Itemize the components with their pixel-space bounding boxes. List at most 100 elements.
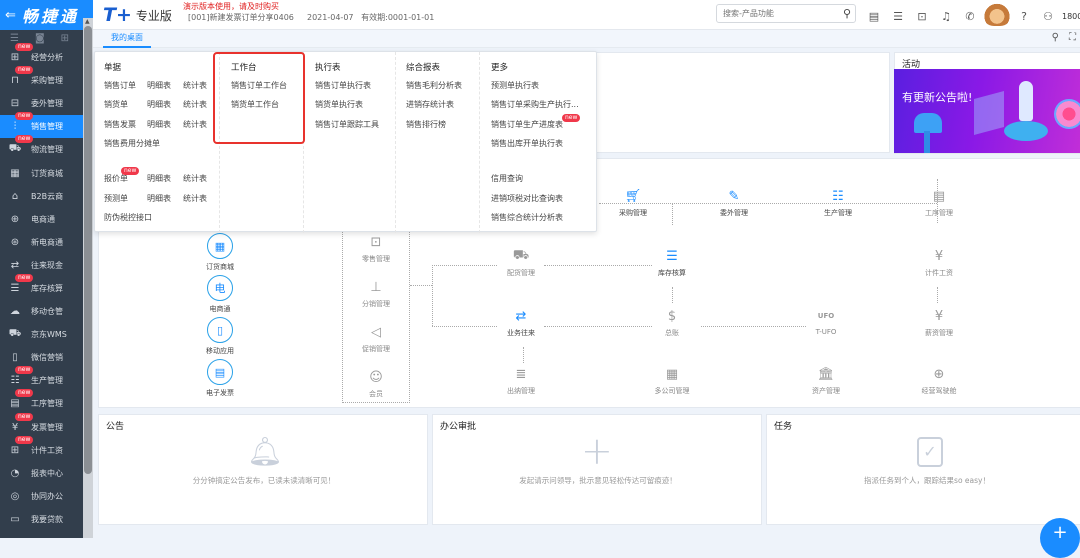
document-link[interactable]: 销售费用分摊单 xyxy=(104,138,160,149)
scroll-up-icon[interactable]: ▲ xyxy=(85,18,90,25)
flow-node-inventory[interactable]: ☰ 库存核算 xyxy=(637,247,707,278)
flow-node-salary[interactable]: ¥ 薪资管理 xyxy=(904,307,974,338)
sidebar-item[interactable]: ⇄ 往来现金 xyxy=(0,254,93,277)
flow-node-cashier[interactable]: ≣ 出纳管理 xyxy=(486,365,556,396)
link-sales-ranking[interactable]: 销售排行榜 xyxy=(406,119,446,130)
sidebar-scrollbar[interactable]: ▲ xyxy=(83,18,93,538)
add-approval-icon[interactable]: + xyxy=(581,429,613,473)
sidebar-item[interactable]: ⊟ 委外管理 xyxy=(0,92,93,115)
app-circle-item[interactable]: 电电商通 xyxy=(185,275,255,314)
retail-item[interactable]: ⊥ 分销管理 xyxy=(341,278,411,309)
user-icon[interactable]: ⚇ xyxy=(1036,10,1060,23)
app-circle-item[interactable]: ▯ 移动应用 xyxy=(185,317,255,356)
app-circle-item[interactable]: ▤ 电子发票 xyxy=(185,359,255,398)
message-icon[interactable]: ⊡ xyxy=(910,10,934,23)
sidebar-item[interactable]: ▯ 微信营销 xyxy=(0,346,93,369)
flow-node-multi-company[interactable]: ▦ 多公司管理 xyxy=(637,365,707,396)
sidebar-item[interactable]: ⊛ 新电商通 xyxy=(0,231,93,254)
more-link[interactable]: 销售综合统计分析表 xyxy=(491,212,563,223)
document-link[interactable]: 统计表 xyxy=(183,193,207,204)
menu-icon[interactable]: ☰ xyxy=(10,33,19,44)
flow-node-ledger[interactable]: $ 总账 xyxy=(637,307,707,338)
customer-service-mascot-icon[interactable] xyxy=(982,2,1012,26)
notification-bell-icon[interactable]: ♫ xyxy=(934,10,958,23)
search-icon[interactable]: ⚲ xyxy=(843,7,851,20)
sidebar-item[interactable]: ⊕ 电商通 xyxy=(0,208,93,231)
flow-node-purchase[interactable]: 🛒︎ 采购管理 xyxy=(598,187,668,218)
document-link[interactable]: 销货单 xyxy=(104,99,128,110)
flow-node-cockpit[interactable]: ⊕ 经营驾驶舱 xyxy=(904,365,974,396)
document-link[interactable]: 明细表 xyxy=(147,80,171,91)
sidebar-item[interactable]: ⛟ 京东WMS xyxy=(0,323,93,346)
sidebar-item[interactable]: ⊓ new 采购管理 xyxy=(0,66,93,92)
sidebar-item[interactable]: ⛟ new 物流管理 xyxy=(0,135,93,161)
sidebar-item[interactable]: ◎ 协同办公 xyxy=(0,485,93,508)
link-sales-order-exec[interactable]: 销售订单执行表 xyxy=(315,80,371,91)
document-link[interactable]: 销售发票 xyxy=(104,119,136,130)
flow-node-piece-wage[interactable]: ¥ 计件工资 xyxy=(904,247,974,278)
sales-management-dropdown: 单据 销售订单 明细表 统计表 销货单 明细表 统计表 销售发票 明细表 统计表 销售费用分摊单报… xyxy=(94,51,597,233)
link-inventory-stats[interactable]: 进销存统计表 xyxy=(406,99,454,110)
more-link[interactable]: 销售订单生产进度表 xyxy=(491,119,563,130)
more-link[interactable]: 进销项税对比查询表 xyxy=(491,193,563,204)
sidebar-item[interactable]: ☷ new 生产管理 xyxy=(0,366,93,392)
scrollbar-thumb[interactable] xyxy=(84,26,92,474)
phone-icon[interactable]: ✆ xyxy=(958,10,982,23)
search-input[interactable] xyxy=(717,5,832,22)
search-menu-icon[interactable]: ◙ xyxy=(35,33,45,44)
flow-node-tufo[interactable]: UFO T-UFO xyxy=(791,307,861,336)
add-fab-button[interactable]: + xyxy=(1040,518,1080,558)
document-link[interactable]: 明细表 xyxy=(147,173,171,184)
retail-item[interactable]: ◁ 促销管理 xyxy=(341,323,411,354)
user-name[interactable]: 18001 xyxy=(1062,12,1080,21)
retail-item[interactable]: ☺ 会员 xyxy=(341,368,411,399)
document-link[interactable]: 明细表 xyxy=(147,99,171,110)
activity-banner[interactable]: 有更新公告啦! xyxy=(894,69,1080,153)
tab-my-desktop[interactable]: 我的桌面 xyxy=(103,30,151,48)
retail-item[interactable]: ⊡ 零售管理 xyxy=(341,233,411,264)
add-shortcut-icon[interactable]: ⊞ xyxy=(61,33,69,44)
flow-node-business[interactable]: ⇄ 业务往来 xyxy=(486,307,556,338)
sidebar-item[interactable]: ☰ new 库存核算 xyxy=(0,273,93,300)
sidebar-item[interactable]: ⊞ new 计件工资 xyxy=(0,435,93,462)
sidebar-item[interactable]: ▭ 我要贷款 xyxy=(0,508,93,531)
document-link[interactable]: 统计表 xyxy=(183,80,207,91)
flow-node-assets[interactable]: 🏛︎ 资产管理 xyxy=(791,365,861,396)
flow-node-outsource[interactable]: ✎ 委外管理 xyxy=(699,187,769,218)
demo-notice[interactable]: 演示版本使用，请及时购买 xyxy=(183,1,279,12)
document-link[interactable]: 统计表 xyxy=(183,173,207,184)
help-icon[interactable]: ? xyxy=(1012,10,1036,23)
document-link[interactable]: 防伪税控接口 xyxy=(104,212,152,223)
fullscreen-icon[interactable]: ⛶ xyxy=(1069,32,1076,43)
flow-node-delivery[interactable]: ⛟ 配货管理 xyxy=(486,247,556,278)
link-order-tracking[interactable]: 销售订单跟踪工具 xyxy=(315,119,379,130)
flow-node-process[interactable]: ▤ 工序管理 xyxy=(904,187,974,218)
more-link[interactable]: 销售出库开单执行表 xyxy=(491,138,563,149)
sidebar-item[interactable]: ⌂ B2B云商 xyxy=(0,185,93,208)
more-link[interactable]: 信用查询 xyxy=(491,173,523,184)
link-delivery-exec[interactable]: 销货单执行表 xyxy=(315,99,363,110)
link-gross-profit[interactable]: 销售毛利分析表 xyxy=(406,80,462,91)
app-circle-item[interactable]: ▦ 订货商城 xyxy=(185,233,255,272)
more-link[interactable]: 销售订单采购生产执行... xyxy=(491,99,579,110)
document-link[interactable]: 明细表 xyxy=(147,119,171,130)
back-arrow-icon[interactable]: ⇐ xyxy=(5,8,16,23)
product-search[interactable]: ⚲ xyxy=(716,4,856,23)
document-link[interactable]: 预测单 xyxy=(104,193,128,204)
flow-node-production[interactable]: ☷ 生产管理 xyxy=(803,187,873,218)
sidebar-item[interactable]: ¥ new 发票管理 xyxy=(0,412,93,439)
document-link[interactable]: 统计表 xyxy=(183,119,207,130)
sidebar-item[interactable]: ⫶ new 销售管理 xyxy=(0,112,93,139)
calculator-icon[interactable]: ▤ xyxy=(862,10,886,23)
document-link[interactable]: 销售订单 xyxy=(104,80,136,91)
sidebar-item[interactable]: ▤ new 工序管理 xyxy=(0,389,93,415)
more-link[interactable]: 预测单执行表 xyxy=(491,80,539,91)
sidebar-item[interactable]: ▦ 订货商城 xyxy=(0,161,93,184)
sidebar-item[interactable]: ◔ 报表中心 xyxy=(0,462,93,485)
search-icon[interactable]: ⚲ xyxy=(1052,32,1059,43)
sidebar-item[interactable]: ☁ 移动仓管 xyxy=(0,300,93,323)
document-link[interactable]: 统计表 xyxy=(183,99,207,110)
sidebar-item[interactable]: ⊞ new 经营分析 xyxy=(0,43,93,69)
checklist-icon[interactable]: ☰ xyxy=(886,10,910,23)
document-link[interactable]: 明细表 xyxy=(147,193,171,204)
